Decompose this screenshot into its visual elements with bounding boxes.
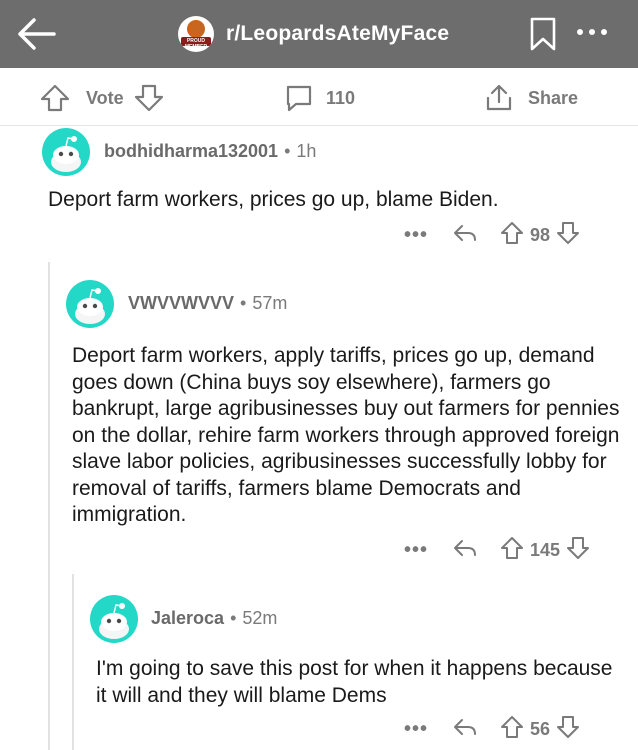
meta-separator: •: [284, 141, 291, 161]
comment-username[interactable]: bodhidharma132001: [104, 141, 278, 162]
meta-separator: •: [240, 293, 247, 313]
upvote-arrow-icon[interactable]: [500, 715, 524, 744]
avatar[interactable]: [42, 128, 90, 176]
comment-actions: ••• 56: [404, 714, 580, 744]
subreddit-avatar: PROUD MEMBER: [178, 16, 214, 52]
share-icon: [484, 84, 514, 112]
vote-label: Vote: [86, 87, 124, 108]
top-bar: PROUD MEMBER r/LeopardsAteMyFace: [0, 0, 638, 68]
comments-count: 110: [326, 87, 356, 108]
vote-control: Vote: [40, 84, 164, 112]
more-dots-icon[interactable]: •••: [404, 224, 428, 247]
upvote-arrow-icon[interactable]: [500, 536, 524, 565]
meta-separator: •: [230, 608, 237, 628]
downvote-arrow-icon[interactable]: [134, 84, 164, 112]
downvote-arrow-icon[interactable]: [556, 715, 580, 744]
comment-age: 1h: [296, 141, 317, 161]
comment-actions: ••• 145: [404, 535, 590, 565]
downvote-arrow-icon[interactable]: [566, 536, 590, 565]
subreddit-name[interactable]: r/LeopardsAteMyFace: [226, 22, 449, 46]
comment-score: 145: [530, 539, 561, 560]
share-button[interactable]: Share: [484, 84, 578, 112]
bookmark-icon[interactable]: [528, 16, 558, 52]
subreddit-header[interactable]: PROUD MEMBER r/LeopardsAteMyFace: [178, 15, 449, 53]
comment-body: I'm going to save this post for when it …: [96, 657, 613, 707]
comment-meta: bodhidharma132001 • 1h: [104, 141, 316, 162]
share-label: Share: [528, 87, 579, 108]
avatar-badge-text: PROUD MEMBER: [184, 38, 208, 50]
comment-score: 56: [530, 718, 551, 739]
reply-icon[interactable]: [452, 536, 478, 565]
comments-button[interactable]: 110: [284, 84, 355, 112]
reply-icon[interactable]: [452, 221, 478, 250]
comment-username[interactable]: Jaleroca: [151, 608, 224, 629]
more-dots-icon[interactable]: [574, 22, 610, 42]
upvote-arrow-icon[interactable]: [500, 221, 524, 250]
more-dots-icon[interactable]: •••: [404, 718, 428, 741]
thread-line-depth-2[interactable]: [72, 574, 74, 750]
downvote-arrow-icon[interactable]: [556, 221, 580, 250]
more-dots-icon[interactable]: •••: [404, 539, 428, 562]
avatar[interactable]: [90, 595, 138, 643]
comment-body: Deport farm workers, prices go up, blame…: [48, 188, 499, 211]
comment-meta: Jaleroca • 52m: [151, 608, 277, 629]
comment-actions: ••• 98: [404, 220, 580, 250]
comment-username[interactable]: VWVVWVVV: [128, 293, 234, 314]
comment-age: 52m: [242, 608, 278, 628]
back-arrow-icon[interactable]: [14, 12, 58, 56]
comment-score: 98: [530, 224, 551, 245]
post-action-bar: Vote 110 Share: [0, 68, 638, 126]
comment-age: 57m: [252, 293, 288, 313]
thread-line-depth-1[interactable]: [48, 262, 50, 750]
comment-bubble-icon: [284, 84, 314, 112]
reply-icon[interactable]: [452, 715, 478, 744]
upvote-arrow-icon[interactable]: [40, 84, 70, 112]
comment-body: Deport farm workers, apply tariffs, pric…: [72, 344, 620, 526]
avatar[interactable]: [66, 280, 114, 328]
comment-meta: VWVVWVVV • 57m: [128, 293, 287, 314]
